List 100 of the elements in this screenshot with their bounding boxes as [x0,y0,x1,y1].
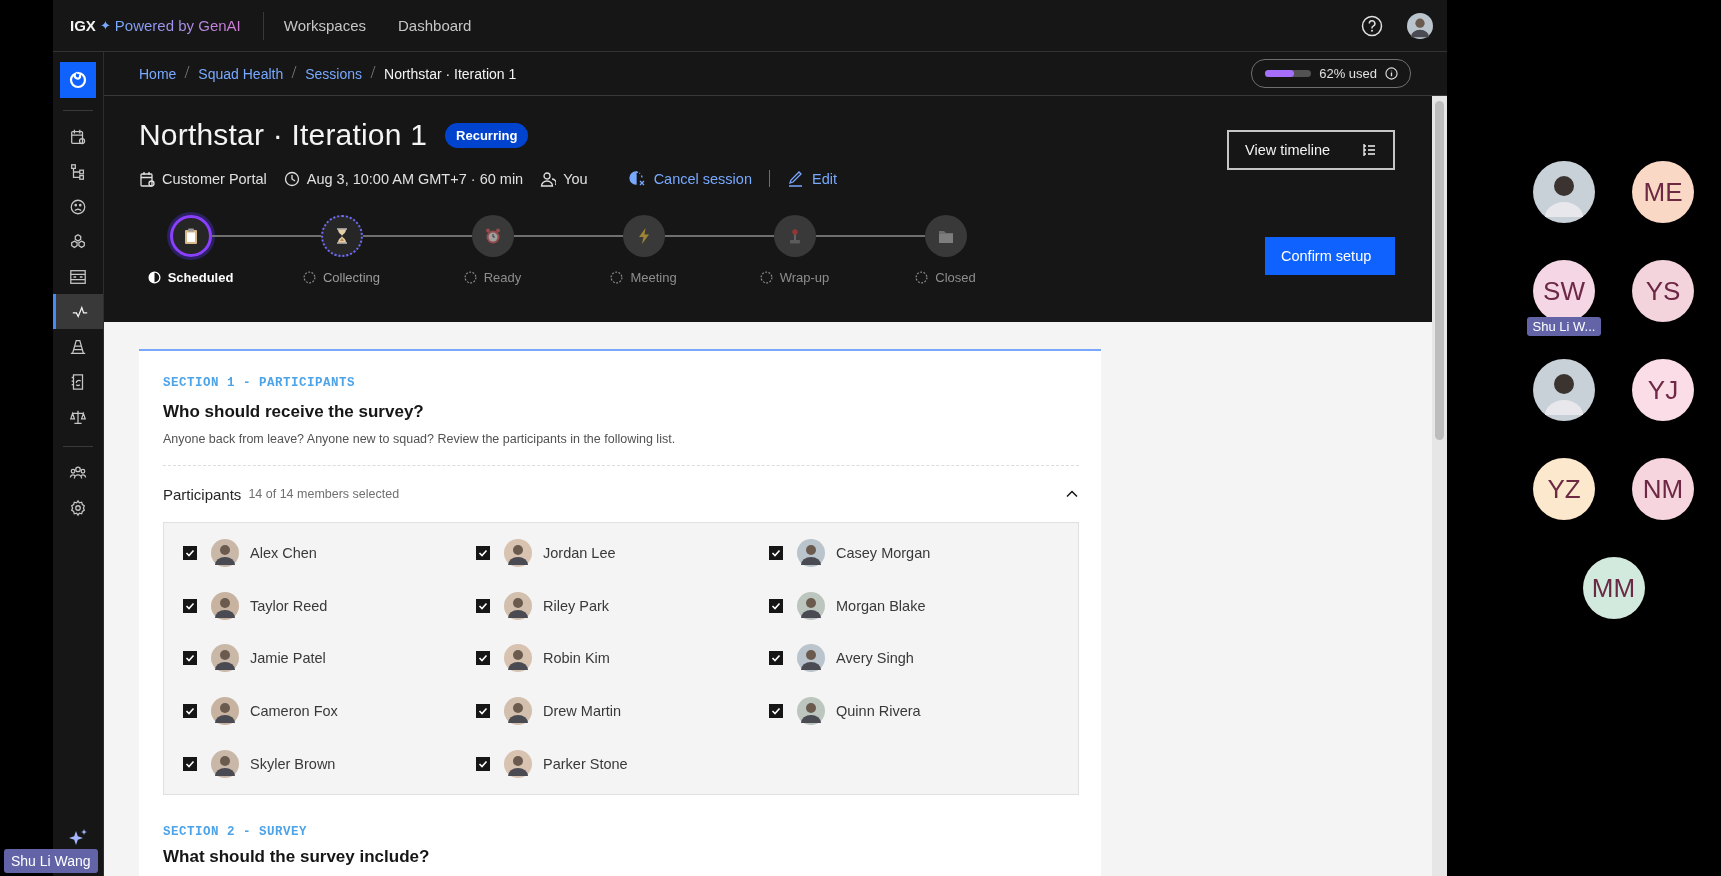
check-icon [771,706,781,717]
nav-link[interactable]: Dashboard [398,17,472,34]
info-icon[interactable] [1385,67,1398,80]
check-icon [771,653,781,664]
checkbox[interactable] [183,546,197,561]
meta-text: Aug 3, 10:00 AM GMT+7 · 60 min [306,170,524,187]
step-label: Scheduled [167,270,234,285]
step-node[interactable] [320,215,363,257]
section-question: Who should receive the survey? [163,402,425,422]
step-label: Collecting [322,270,381,285]
avatar [504,697,532,726]
member-name: Jordan Lee [543,545,616,562]
checkbox[interactable] [476,756,490,771]
hierarchy-icon [69,162,87,181]
avatar [1407,12,1433,39]
checkbox[interactable] [183,598,197,613]
step-label: Ready [483,270,522,285]
breadcrumb-current: Northstar · Iteration 1 [384,65,517,82]
avatar [211,644,239,673]
check-icon [185,653,195,664]
checkbox[interactable] [769,598,783,613]
check-icon [771,600,781,611]
step-node[interactable] [773,215,816,257]
breadcrumb-link[interactable]: Sessions [305,65,362,82]
list-icon [1361,142,1377,158]
help-icon[interactable] [1361,14,1383,37]
check-icon [185,706,195,717]
checkbox[interactable] [183,704,197,719]
avatar [211,591,239,620]
cubes-icon [69,232,87,251]
check-icon [771,548,781,559]
separator-icon [184,65,191,79]
checkbox[interactable] [769,546,783,561]
nav-link[interactable]: Workspaces [283,17,366,34]
participant-name: Shu Li W... [1526,317,1602,336]
scrollbar[interactable] [1435,101,1444,440]
confirm-button[interactable]: Confirm setup [1265,237,1395,275]
app-logo[interactable] [60,62,96,98]
tagline: Powered by GenAI [114,17,241,34]
action-link[interactable]: Cancel session [628,170,752,187]
participant-avatar: MM [1582,557,1645,619]
section-label: SECTION 1 - PARTICIPANTS [163,376,357,390]
project-icon [139,170,155,187]
separator-icon [370,65,376,79]
avatar [504,749,532,778]
check-icon [478,600,488,611]
breadcrumb-link[interactable]: Home [139,65,177,82]
meta-text: Customer Portal [162,170,267,187]
avatar [211,749,239,778]
checkbox[interactable] [476,546,490,561]
edit-icon [786,170,804,187]
settings-icon [69,498,87,517]
member-name: Parker Stone [543,755,628,772]
avatar [211,697,239,726]
avatar [797,697,825,726]
brand-name: IGX [70,17,96,34]
member-name: Robin Kim [543,650,610,667]
participant-avatar: NM [1632,458,1694,520]
check-icon [185,600,195,611]
avatar [504,644,532,673]
checkbox[interactable] [183,756,197,771]
member-name: Riley Park [543,597,610,614]
usage-text: 62% used [1319,66,1377,81]
action-link[interactable]: Edit [786,170,837,187]
breadcrumb-link[interactable]: Squad Health [198,65,284,82]
member-name: Avery Singh [836,650,914,667]
checkbox[interactable] [769,651,783,666]
sparkle-icon: ✦ [99,18,111,33]
step-label: Closed [935,270,976,285]
sad-face-icon [69,197,87,216]
avatar [797,591,825,620]
step-node[interactable] [169,215,212,257]
participant-avatar: ME [1632,161,1694,223]
checkbox[interactable] [476,704,490,719]
step-node[interactable] [924,215,967,257]
checkbox[interactable] [476,651,490,666]
avatar [211,539,239,568]
checkbox[interactable] [183,651,197,666]
member-name: Cameron Fox [250,703,338,720]
member-name: Quinn Rivera [836,703,921,720]
member-name: Taylor Reed [250,597,328,614]
status-tag: Recurring [445,122,529,148]
meta-text: You [563,170,588,187]
avatar [797,539,825,568]
view-timeline-button[interactable]: View timeline [1227,130,1395,170]
avatar [1533,161,1595,223]
cancel-icon [628,170,646,187]
participants-title: Participants [163,485,242,503]
page-title: Northstar · Iteration 1 [139,118,428,152]
participant-avatar: YS [1632,260,1694,322]
member-name: Casey Morgan [836,545,931,562]
check-icon [478,758,488,769]
step-node[interactable] [471,215,514,257]
checkbox[interactable] [769,704,783,719]
check-icon [478,548,488,559]
step-node[interactable] [622,215,665,257]
step-label: Meeting [630,270,677,285]
checkbox[interactable] [476,598,490,613]
member-name: Alex Chen [250,545,317,562]
step-label: Wrap-up [779,270,830,285]
